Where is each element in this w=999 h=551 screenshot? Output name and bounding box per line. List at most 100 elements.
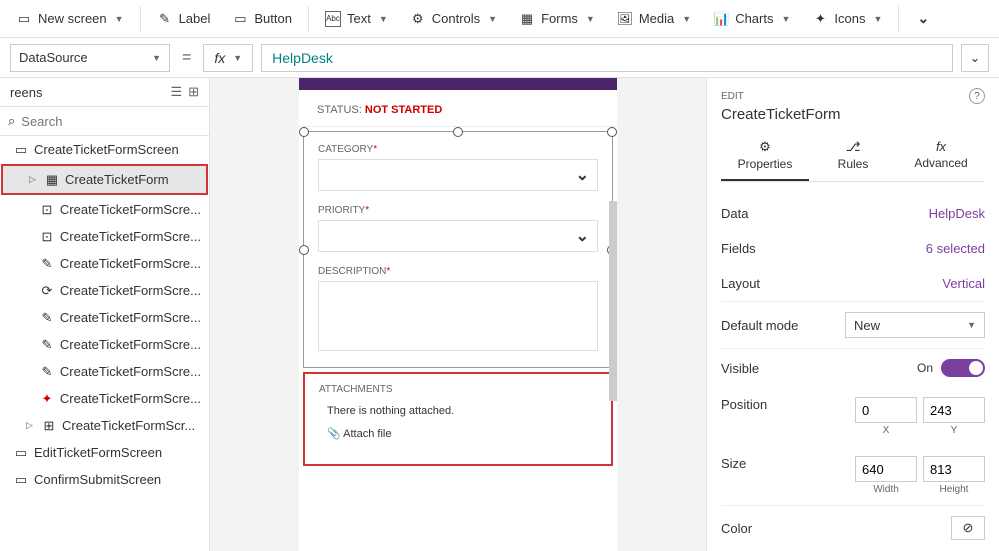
tab-label: Properties [738,157,793,171]
attachments-card[interactable]: ATTACHMENTS There is nothing attached. 📎… [303,372,613,466]
help-icon[interactable]: ? [969,88,985,104]
tree-item[interactable]: ⊡ CreateTicketFormScre... [0,223,209,250]
tree-item[interactable]: ✎ CreateTicketFormScre... [0,304,209,331]
search-input[interactable] [21,114,201,129]
form-icon: ▦ [45,173,59,187]
prop-label: Visible [721,361,759,376]
prop-fields-value[interactable]: 6 selected [926,241,985,256]
tab-properties[interactable]: ⚙ Properties [721,131,809,181]
tree-item[interactable]: ⟳ CreateTicketFormScre... [0,277,209,304]
prop-fields: Fields 6 selected [721,231,985,266]
prop-layout-value[interactable]: Vertical [942,276,985,291]
tree-item-editticketformscreen[interactable]: ▭ EditTicketFormScreen [0,439,209,466]
label-button[interactable]: ✎ Label [147,7,221,31]
media-label: Media [639,11,674,26]
prop-size: Size Width Height [721,446,985,506]
formula-value: HelpDesk [272,50,333,66]
list-view-icon[interactable]: ☰ [170,84,182,100]
expand-formula-button[interactable]: ⌄ [961,44,989,72]
size-width-input[interactable] [855,456,917,482]
media-button[interactable]: 🖼 Media ▼ [607,7,701,31]
tree-search[interactable]: ⌕ [0,106,209,136]
expand-icon[interactable]: ▷ [26,420,36,431]
size-height-input[interactable] [923,456,985,482]
tree-item[interactable]: ▷ ⊞ CreateTicketFormScr... [0,412,209,439]
button-icon: ▭ [232,11,248,27]
selection-handle[interactable] [299,245,309,255]
prop-label: Default mode [721,318,798,333]
formula-input[interactable]: HelpDesk [261,44,953,72]
selection-handle[interactable] [299,127,309,137]
category-dropdown[interactable]: ⌄ [318,159,598,191]
controls-icon: ⚙ [410,11,426,27]
chevron-down-icon: ▼ [233,53,242,63]
chevron-down-icon: ▼ [781,14,790,24]
tree-item[interactable]: ✎ CreateTicketFormScre... [0,331,209,358]
text-label: Text [347,11,371,26]
icons-icon: ✦ [812,11,828,27]
status-value: NOT STARTED [365,104,442,116]
canvas[interactable]: STATUS: NOT STARTED CATEGORY* ⌄ PRIORITY… [210,78,706,551]
controls-button[interactable]: ⚙ Controls ▼ [400,7,507,31]
position-y-input[interactable] [923,397,985,423]
no-color-icon: ⊘ [963,520,974,536]
attach-file-button[interactable]: 📎 Attach file [319,427,597,440]
expand-icon[interactable]: ▷ [29,174,39,185]
sliders-icon: ⚙ [725,139,805,155]
datacard-icon: ✦ [40,392,54,406]
tree-item[interactable]: ✎ CreateTicketFormScre... [0,358,209,385]
priority-dropdown[interactable]: ⌄ [318,220,598,252]
tree-item-createticketformscreen[interactable]: ▭ CreateTicketFormScreen [0,136,209,163]
grid-view-icon[interactable]: ⊞ [188,84,199,100]
attachments-label: ATTACHMENTS [319,384,597,395]
forms-button[interactable]: ▦ Forms ▼ [509,7,605,31]
tree-item[interactable]: ⊡ CreateTicketFormScre... [0,196,209,223]
selection-handle[interactable] [453,127,463,137]
label-icon: ✎ [157,11,173,27]
charts-button[interactable]: 📊 Charts ▼ [703,7,800,31]
media-icon: 🖼 [617,11,633,27]
prop-label: Fields [721,241,756,256]
tree-item-label: CreateTicketFormScre... [60,202,201,217]
color-picker[interactable]: ⊘ [951,516,985,540]
text-button[interactable]: Abc Text ▼ [315,7,398,31]
position-x-input[interactable] [855,397,917,423]
properties-header: EDIT ? CreateTicketForm ⚙ Properties ⎇ R… [707,78,999,186]
properties-title: CreateTicketForm [721,106,985,123]
prop-data-value[interactable]: HelpDesk [929,206,985,221]
description-field[interactable] [318,281,598,351]
tab-rules[interactable]: ⎇ Rules [809,131,897,181]
property-selector[interactable]: DataSource ▼ [10,44,170,72]
tree-item-confirmsubmitscreen[interactable]: ▭ ConfirmSubmitScreen [0,466,209,493]
tree-item[interactable]: ✦ CreateTicketFormScre... [0,385,209,412]
fx-button[interactable]: fx ▼ [203,44,253,72]
tree-item-createticketform[interactable]: ▷ ▦ CreateTicketForm [1,164,208,195]
chevron-down-icon: ⌄ [915,11,931,27]
y-sublabel: Y [951,425,958,436]
default-mode-select[interactable]: New ▼ [845,312,985,338]
new-screen-button[interactable]: ▭ New screen ▼ [6,7,134,31]
tree-item-label: EditTicketFormScreen [34,445,162,460]
screen-icon: ▭ [14,473,28,487]
tab-advanced[interactable]: fx Advanced [897,131,985,181]
more-button[interactable]: ⌄ [905,7,941,31]
phone-preview[interactable]: STATUS: NOT STARTED CATEGORY* ⌄ PRIORITY… [299,78,617,551]
chevron-down-icon: ▼ [152,53,161,63]
chevron-down-icon: ⌄ [970,50,981,66]
form-body-selected[interactable]: CATEGORY* ⌄ PRIORITY* ⌄ DESCRIPTION* [303,131,613,368]
icons-button[interactable]: ✦ Icons ▼ [802,7,892,31]
description-label: DESCRIPTION* [318,266,598,277]
charts-label: Charts [735,11,773,26]
separator [140,6,141,32]
button-button[interactable]: ▭ Button [222,7,302,31]
selection-handle[interactable] [607,127,617,137]
tree-item[interactable]: ✎ CreateTicketFormScre... [0,250,209,277]
prop-label: Position [721,397,767,412]
tree-item-label: CreateTicketFormScre... [60,391,201,406]
attach-file-label: Attach file [343,428,391,440]
visible-toggle[interactable] [941,359,985,377]
prop-color: Color ⊘ [721,506,985,550]
separator [898,6,899,32]
property-name: DataSource [19,50,88,65]
scrollbar[interactable] [609,201,617,401]
